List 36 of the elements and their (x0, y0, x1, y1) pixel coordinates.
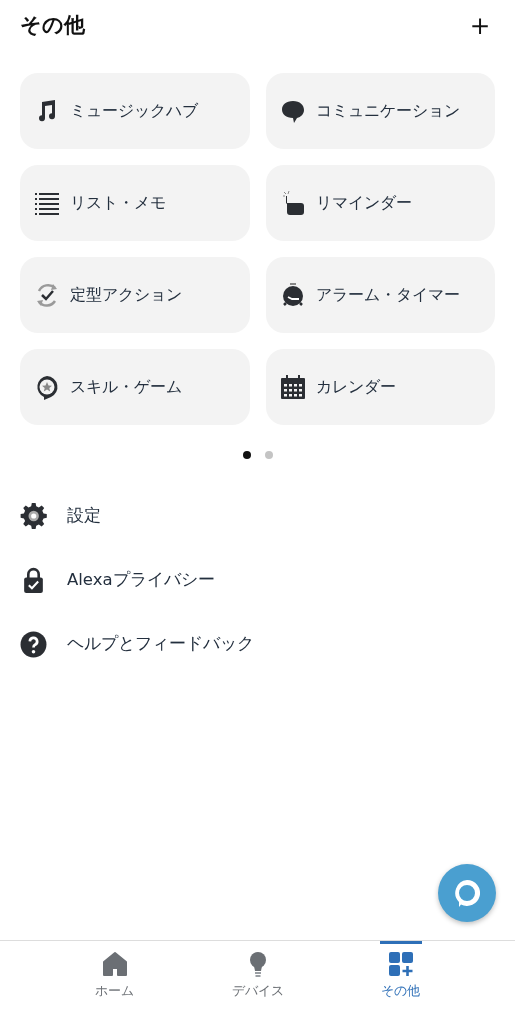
feature-card[interactable]: ミュージックハブ (20, 73, 250, 149)
page-dot[interactable] (264, 451, 273, 459)
speech-bubble-icon (279, 98, 306, 124)
card-label: リスト・メモ (70, 192, 166, 214)
card-label: コミュニケーション (315, 100, 460, 122)
help-icon (20, 630, 47, 658)
alexa-button[interactable] (438, 864, 496, 922)
feature-card[interactable]: 定型アクション (20, 257, 250, 333)
feature-card[interactable]: アラーム・タイマー (265, 257, 495, 333)
feature-card[interactable]: カレンダー (265, 349, 495, 425)
feature-card[interactable]: スキル・ゲーム (20, 349, 250, 425)
settings-icon (20, 502, 47, 530)
nav-tab[interactable]: ホーム (43, 941, 186, 1024)
calendar-icon (279, 374, 306, 400)
card-label: 定型アクション (70, 284, 182, 306)
card-label: リマインダー (315, 192, 412, 214)
menu-item[interactable]: ヘルプとフィードバック (67, 633, 254, 655)
star-bubble-icon (34, 374, 60, 400)
menu-item[interactable]: Alexaプライバシー (67, 569, 215, 591)
feature-card[interactable]: リマインダー (265, 165, 495, 241)
feature-card[interactable]: リスト・メモ (20, 165, 250, 241)
page-title: その他 (20, 12, 85, 39)
card-label: カレンダー (315, 376, 396, 398)
add-button[interactable]: ＋ (465, 10, 495, 40)
nav-tab[interactable]: その他 (329, 941, 472, 1024)
card-label: スキル・ゲーム (70, 376, 182, 398)
card-label: ミュージックハブ (70, 100, 198, 122)
menu-item[interactable]: 設定 (67, 505, 101, 527)
card-label: アラーム・タイマー (315, 284, 460, 306)
grid-plus-icon (387, 951, 414, 979)
page-dot[interactable] (242, 451, 251, 459)
list-icon (34, 190, 60, 216)
circular-arrows-check-icon (34, 282, 60, 308)
home-icon (101, 951, 128, 979)
feature-card[interactable]: コミュニケーション (265, 73, 495, 149)
nav-tab[interactable]: デバイス (186, 941, 329, 1024)
